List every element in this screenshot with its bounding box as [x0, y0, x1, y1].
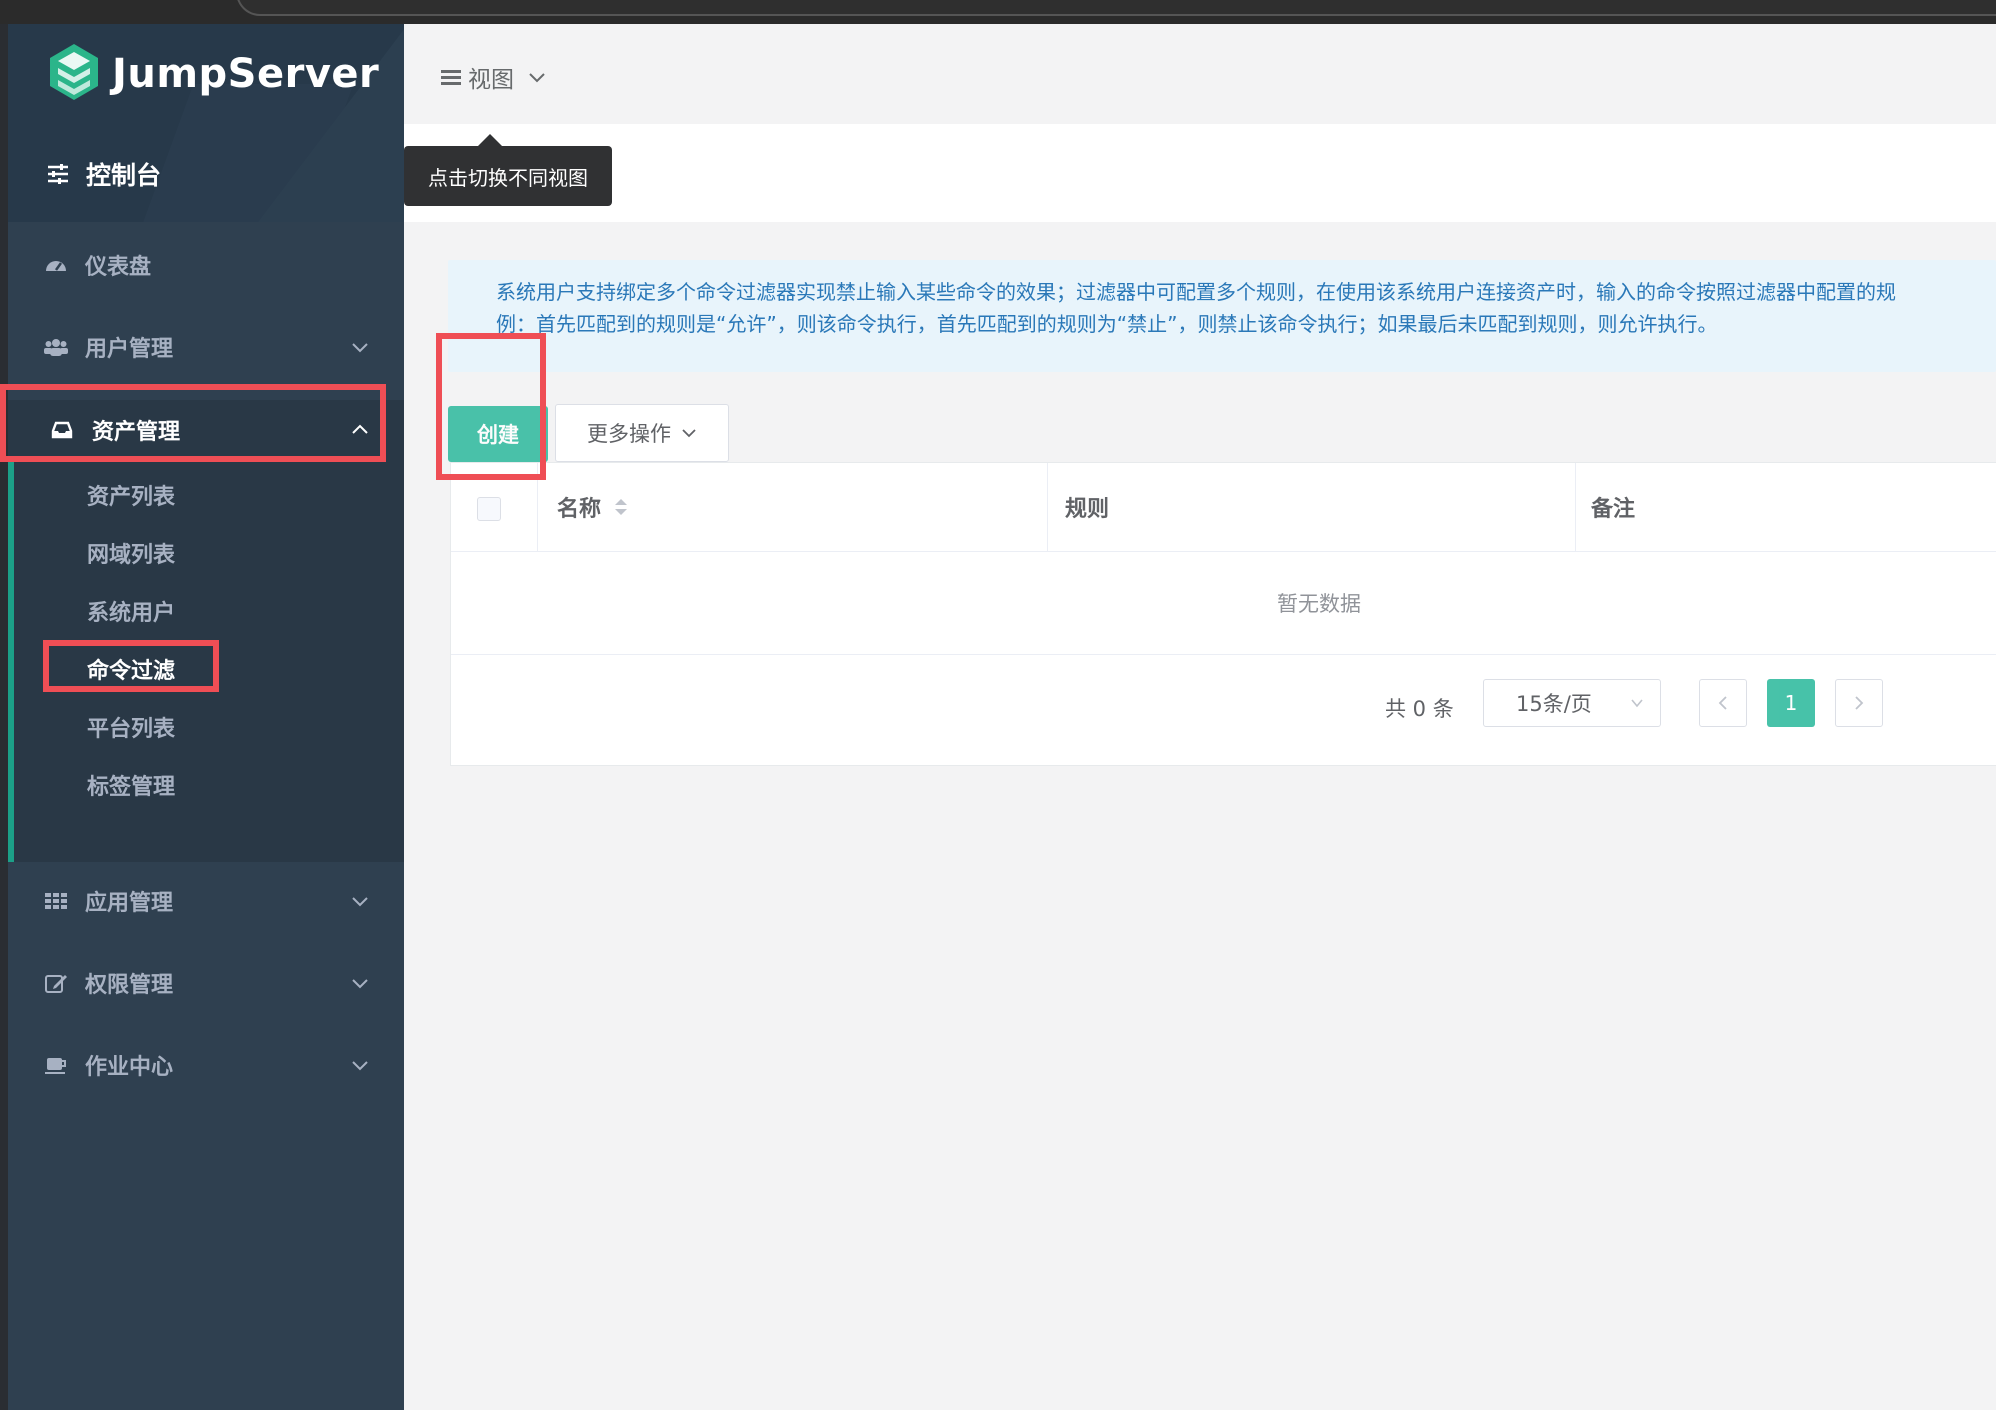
command-filter-table: 名称 规则 备注 暂无数据 共 0 条 15条/页 1 — [450, 462, 1996, 766]
view-tooltip: 点击切换不同视图 — [404, 146, 612, 206]
browser-tab-outline — [236, 0, 1996, 16]
sidebar-item-dashboard[interactable]: 仪表盘 — [8, 235, 404, 295]
chevron-right-icon — [1855, 696, 1864, 710]
coffee-icon — [45, 1058, 66, 1074]
submenu-item-domain-list[interactable]: 网域列表 — [87, 537, 175, 569]
next-page-button[interactable] — [1835, 679, 1883, 727]
main-content: 视图 点击切换不同视图 系统用户支持绑定多个命令过滤器实现禁止输入某些命令的效果… — [404, 24, 1996, 1410]
more-actions-label: 更多操作 — [587, 422, 671, 446]
sidebar-item-label: 作业中心 — [85, 1055, 174, 1080]
column-header-name[interactable]: 名称 — [557, 463, 629, 551]
sidebar-item-label: 用户管理 — [85, 337, 174, 362]
column-header-comment: 备注 — [1591, 497, 1636, 522]
chevron-down-icon — [682, 429, 696, 438]
info-alert: 系统用户支持绑定多个命令过滤器实现禁止输入某些命令的效果；过滤器中可配置多个规则… — [448, 260, 1996, 372]
grid-icon — [45, 893, 67, 909]
chevron-down-icon — [529, 73, 545, 83]
top-header: 视图 — [404, 24, 1996, 124]
dashboard-icon — [46, 261, 66, 271]
sidebar-item-label: 仪表盘 — [85, 255, 152, 280]
empty-state-text: 暂无数据 — [451, 551, 1996, 655]
jumpserver-logo-icon — [50, 44, 98, 100]
table-header: 名称 规则 备注 — [451, 463, 1996, 552]
view-switch-button[interactable]: 视图 — [440, 60, 546, 94]
edit-icon — [45, 975, 67, 993]
highlight-box-command-filter — [43, 640, 219, 692]
alert-line-1: 系统用户支持绑定多个命令过滤器实现禁止输入某些命令的效果；过滤器中可配置多个规则… — [496, 280, 1896, 304]
console-label: 控制台 — [86, 161, 162, 190]
chevron-down-icon — [1631, 699, 1643, 708]
submenu-item-asset-list[interactable]: 资产列表 — [87, 479, 175, 511]
browser-top-strip — [0, 0, 1996, 24]
sidebar: JumpServer 控制台 仪表盘 用户管理 资产管理 资产列表 网域列表 系… — [8, 24, 404, 1410]
prev-page-button[interactable] — [1699, 679, 1747, 727]
submenu-item-label-management[interactable]: 标签管理 — [87, 769, 175, 801]
pagination-total: 共 0 条 — [1385, 697, 1454, 721]
column-header-rules: 规则 — [1065, 497, 1110, 522]
chevron-down-icon — [352, 979, 368, 989]
chevron-down-icon — [352, 1061, 368, 1071]
sidebar-item-permissions[interactable]: 权限管理 — [8, 953, 404, 1013]
page-size-select[interactable]: 15条/页 — [1483, 679, 1661, 727]
chevron-down-icon — [352, 343, 368, 353]
view-label: 视图 — [468, 67, 514, 93]
page-number-current[interactable]: 1 — [1767, 679, 1815, 727]
menu-lines-icon — [441, 70, 461, 85]
brand-logo[interactable]: JumpServer — [46, 42, 379, 106]
more-actions-button[interactable]: 更多操作 — [555, 404, 729, 462]
highlight-box-create-button — [436, 333, 546, 480]
sidebar-item-label: 权限管理 — [85, 973, 174, 998]
sort-icon[interactable] — [613, 495, 629, 519]
brand-name: JumpServer — [112, 51, 380, 97]
console-link[interactable]: 控制台 — [46, 156, 161, 192]
chevron-left-icon — [1718, 696, 1727, 710]
alert-line-2: 例：首先匹配到的规则是“允许”，则该命令执行，首先匹配到的规则为“禁止”，则禁止… — [496, 312, 1718, 336]
users-icon — [44, 339, 68, 356]
sidebar-item-jobs[interactable]: 作业中心 — [8, 1035, 404, 1095]
sidebar-item-applications[interactable]: 应用管理 — [8, 871, 404, 931]
sliders-icon — [48, 164, 68, 184]
logo-area: JumpServer 控制台 — [8, 24, 404, 222]
tooltip-arrow — [478, 134, 502, 146]
asset-submenu — [8, 410, 404, 862]
sidebar-item-label: 应用管理 — [85, 891, 174, 916]
pagination: 共 0 条 15条/页 1 — [451, 657, 1996, 763]
submenu-item-platform-list[interactable]: 平台列表 — [87, 711, 175, 743]
chevron-down-icon — [352, 897, 368, 907]
highlight-box-asset-management — [0, 384, 386, 462]
submenu-item-system-user[interactable]: 系统用户 — [87, 595, 175, 627]
page-size-value: 15条/页 — [1516, 692, 1592, 716]
select-all-checkbox[interactable] — [477, 497, 501, 521]
window-edge — [0, 24, 8, 1410]
page-heading-bar — [404, 124, 1996, 222]
sidebar-item-users[interactable]: 用户管理 — [8, 317, 404, 377]
active-indicator — [8, 410, 14, 862]
